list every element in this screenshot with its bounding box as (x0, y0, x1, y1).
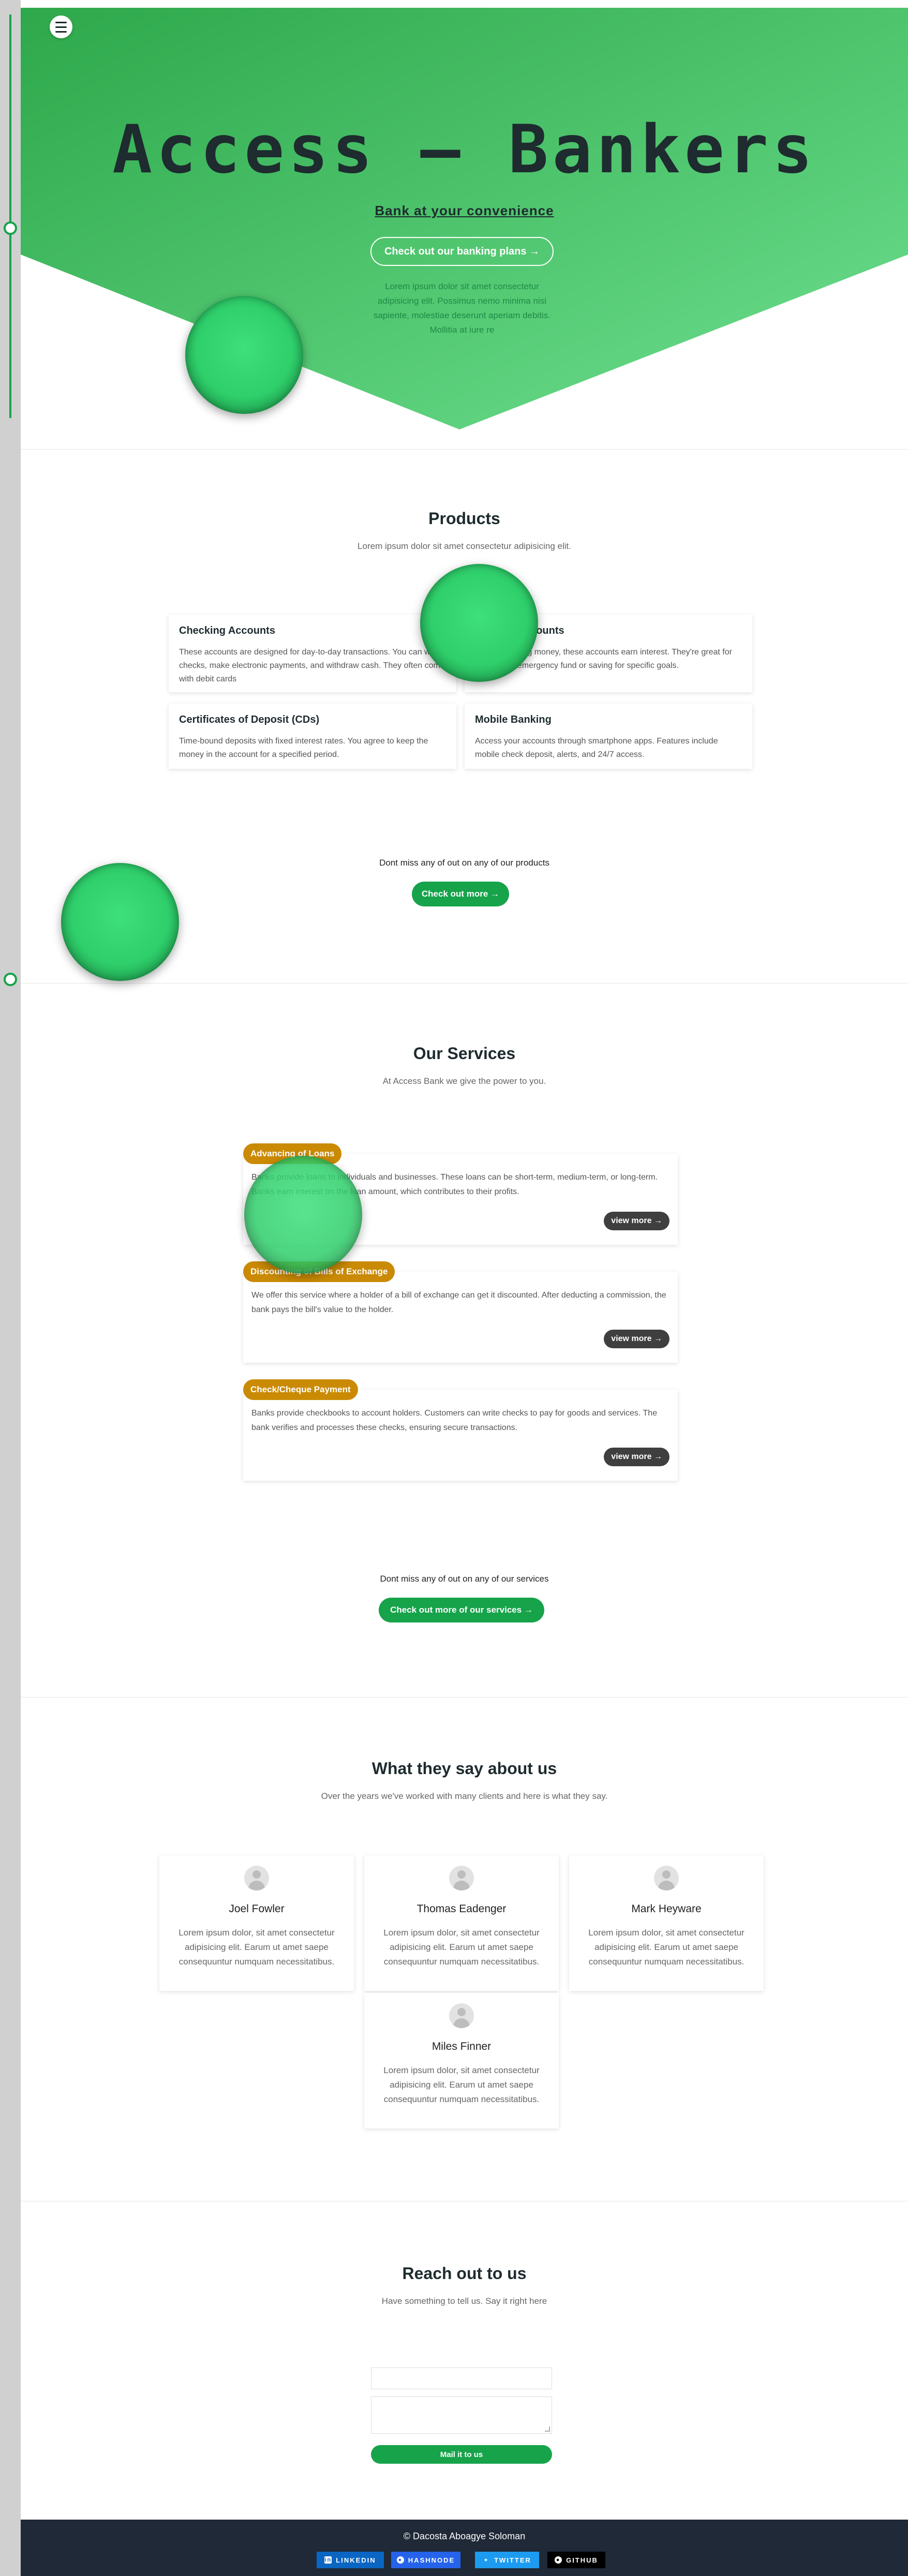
service-text: Banks provide checkbooks to account hold… (251, 1409, 658, 1432)
view-more-button[interactable]: view more → (604, 1212, 669, 1230)
avatar (449, 1866, 474, 1890)
product-title: Certificates of Deposit (CDs) (179, 714, 320, 725)
section-divider (21, 983, 908, 984)
avatar (654, 1866, 679, 1890)
menu-button[interactable] (50, 16, 72, 38)
contact-title: Reach out to us (402, 2264, 527, 2283)
testimonials-title: What they say about us (371, 1759, 557, 1778)
product-text: Access your accounts through smartphone … (475, 737, 718, 759)
banking-plans-button[interactable]: Check out our banking plans → (370, 237, 554, 266)
service-card: Check/Cheque Payment Banks provide check… (243, 1379, 678, 1481)
services-subtitle: At Access Bank we give the power to you. (382, 1076, 546, 1086)
section-divider (21, 1697, 908, 1698)
hero-section: Access – Bankers Bank at your convenienc… (21, 0, 908, 435)
testimonial-card: Joel Fowler Lorem ipsum dolor, sit amet … (159, 1855, 354, 1991)
mail-submit-button[interactable]: Mail it to us (371, 2445, 552, 2464)
testimonial-card: Mark Heyware Lorem ipsum dolor, sit amet… (569, 1855, 764, 1991)
twitter-icon: ✦ (483, 2557, 489, 2564)
floating-cursor-blob (61, 863, 179, 981)
avatar (449, 2003, 474, 2028)
product-title: Checking Accounts (179, 625, 275, 636)
avatar (244, 1866, 269, 1890)
footer: © Dacosta Aboagye Soloman in LINKEDIN ● HA… (21, 2520, 908, 2576)
floating-cursor-blob (420, 564, 538, 682)
testimonial-quote: Lorem ipsum dolor, sit amet consectetur … (178, 1928, 335, 1967)
linkedin-link[interactable]: in LINKEDIN (317, 2552, 384, 2568)
testimonial-quote: Lorem ipsum dolor, sit amet consectetur … (383, 1928, 540, 1967)
testimonial-name: Joel Fowler (229, 1903, 285, 1915)
view-more-button[interactable]: view more → (604, 1330, 669, 1348)
testimonial-name: Miles Finner (431, 2041, 492, 2052)
products-more-button[interactable]: Check out more → (412, 882, 509, 906)
email-field[interactable] (371, 2367, 552, 2389)
testimonials-subtitle: Over the years we've worked with many cl… (321, 1791, 608, 1801)
services-more-button[interactable]: Check out more of our services → (379, 1598, 544, 1622)
product-text: These accounts are designed for day-to-d… (179, 648, 445, 683)
product-text: Time-bound deposits with fixed interest … (179, 737, 428, 759)
scroll-progress-rail (9, 14, 11, 418)
page: Access – Bankers Bank at your convenienc… (21, 0, 908, 2576)
testimonial-name: Mark Heyware (631, 1903, 702, 1915)
hero-title: Access – Bankers (112, 111, 816, 188)
products-subtitle: Lorem ipsum dolor sit amet consectetur a… (358, 541, 571, 551)
services-title: Our Services (413, 1044, 516, 1063)
resize-handle-icon[interactable] (545, 2426, 550, 2432)
products-cta-text: Dont miss any of out on any of our produ… (379, 858, 549, 868)
linkedin-icon: in (324, 2556, 332, 2564)
floating-cursor-blob (185, 296, 303, 414)
progress-node[interactable] (4, 973, 17, 986)
floating-cursor-blob (244, 1156, 362, 1274)
twitter-link[interactable]: ✦ TWITTER (475, 2552, 539, 2568)
products-title: Products (428, 509, 500, 528)
product-card[interactable]: Checking Accounts These accounts are des… (169, 615, 456, 692)
hero-description: Lorem ipsum dolor sit amet consectetur a… (373, 281, 551, 335)
view-more-button[interactable]: view more → (604, 1448, 669, 1466)
product-title: Mobile Banking (475, 714, 552, 725)
hashnode-link[interactable]: ● HASHNODE (391, 2552, 460, 2568)
service-text: We offer this service where a holder of … (251, 1291, 666, 1314)
section-divider (21, 449, 908, 450)
testimonial-name: Thomas Eadenger (416, 1903, 507, 1915)
github-icon: ● (555, 2556, 562, 2564)
hero-subtitle[interactable]: Bank at your convenience (21, 203, 908, 219)
testimonial-card: Miles Finner Lorem ipsum dolor, sit amet… (364, 1993, 559, 2128)
product-card[interactable]: Mobile Banking Access your accounts thro… (465, 704, 752, 769)
services-cta-text: Dont miss any of out on any of our servi… (380, 1574, 549, 1584)
testimonial-card: Thomas Eadenger Lorem ipsum dolor, sit a… (364, 1855, 559, 1991)
message-field[interactable] (371, 2396, 552, 2434)
hashnode-icon: ● (396, 2556, 404, 2564)
product-card[interactable]: Certificates of Deposit (CDs) Time-bound… (169, 704, 456, 769)
hamburger-icon (55, 20, 67, 34)
service-card: Discounting of Bills of Exchange We offe… (243, 1261, 678, 1363)
progress-node[interactable] (4, 221, 17, 235)
contact-subtitle: Have something to tell us. Say it right … (381, 2296, 547, 2306)
copyright-text: © Dacosta Aboagye Soloman (403, 2531, 526, 2541)
github-link[interactable]: ● GITHUB (547, 2552, 605, 2568)
testimonial-quote: Lorem ipsum dolor, sit amet consectetur … (588, 1928, 745, 1967)
service-badge: Check/Cheque Payment (243, 1379, 358, 1400)
testimonial-quote: Lorem ipsum dolor, sit amet consectetur … (383, 2065, 540, 2104)
